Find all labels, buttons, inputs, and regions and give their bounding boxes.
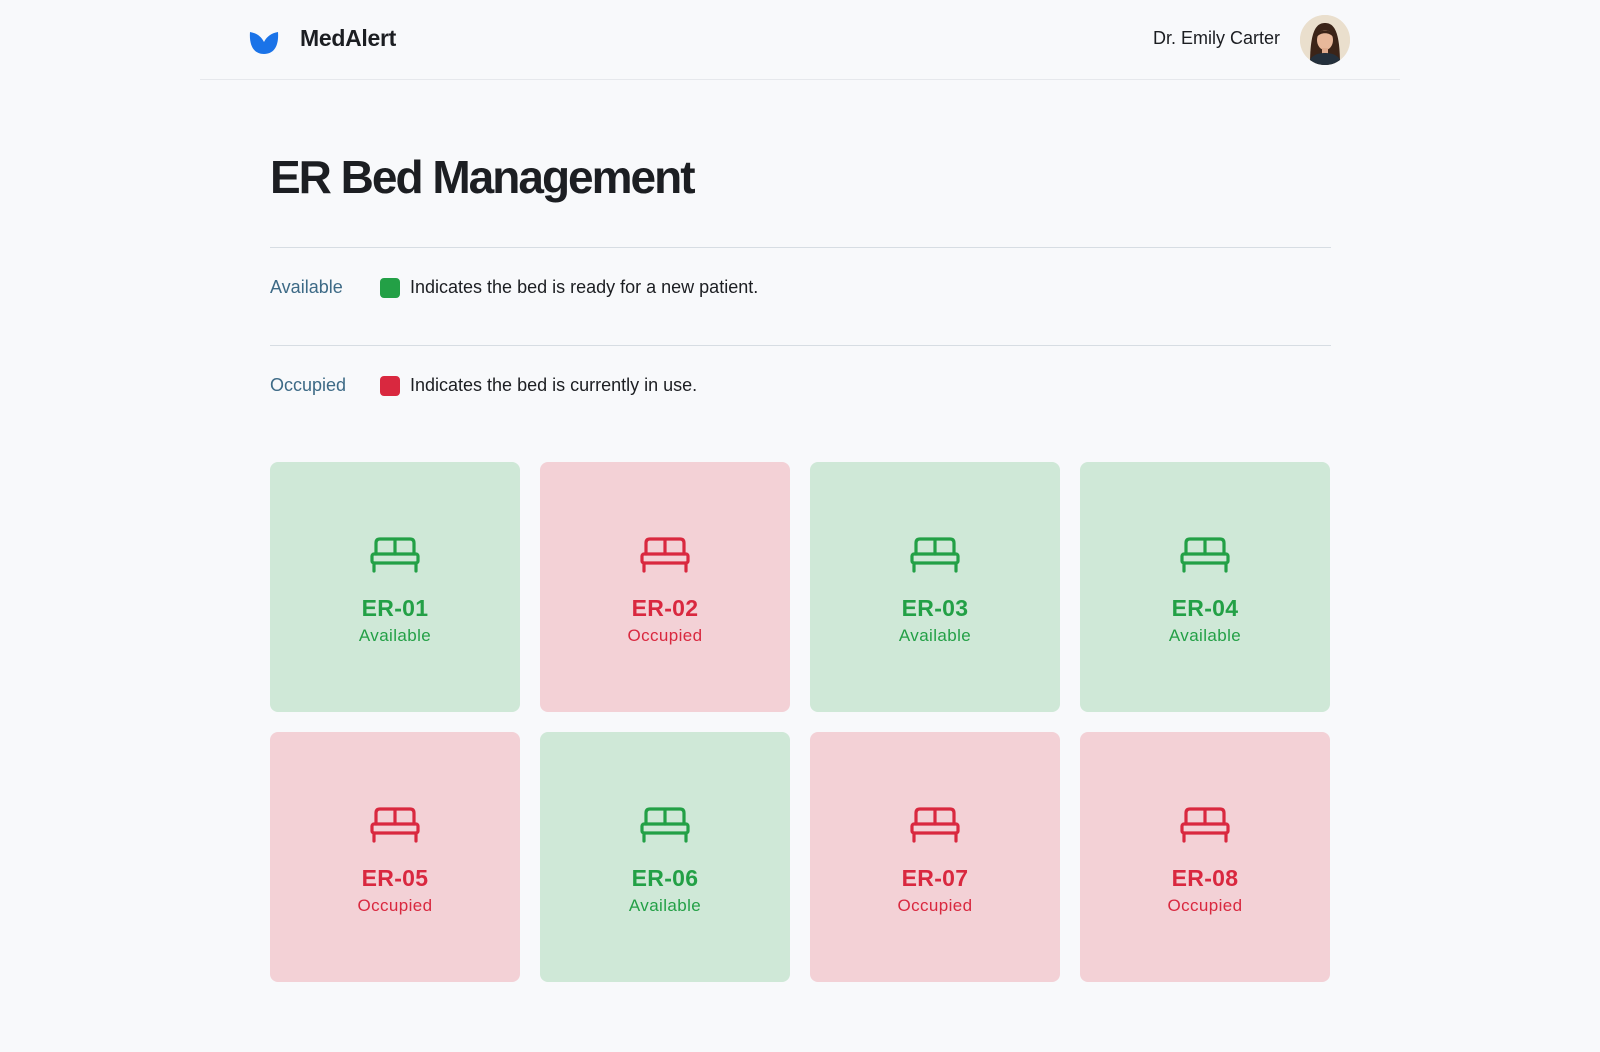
bed-icon <box>910 807 960 843</box>
bed-icon <box>1180 807 1230 843</box>
bed-id: ER-07 <box>901 865 969 891</box>
bed-grid: ER-01 Available ER-02 Occupied ER-03 Ava… <box>270 462 1331 982</box>
bed-status: Occupied <box>357 896 433 915</box>
bed-status: Occupied <box>1167 896 1243 915</box>
bed-card-er-02[interactable]: ER-02 Occupied <box>540 462 790 712</box>
bed-id: ER-02 <box>631 595 699 621</box>
bed-icon <box>370 537 420 573</box>
top-header: MedAlert Dr. Emily Carter <box>200 0 1400 80</box>
bed-status: Available <box>1168 626 1242 645</box>
legend-swatch-occupied <box>380 376 400 396</box>
legend-row-occupied: Occupied Indicates the bed is currently … <box>270 345 1331 443</box>
legend-swatch-available <box>380 278 400 298</box>
leaf-logo-icon[interactable] <box>248 26 280 56</box>
bed-card-er-03[interactable]: ER-03 Available <box>810 462 1060 712</box>
bed-status: Occupied <box>627 626 703 645</box>
bed-id: ER-01 <box>361 595 429 621</box>
bed-id: ER-04 <box>1171 595 1239 621</box>
avatar-portrait-icon <box>1300 15 1350 65</box>
user-name: Dr. Emily Carter <box>1152 28 1280 48</box>
bed-icon <box>370 807 420 843</box>
status-legend: Available Indicates the bed is ready for… <box>270 247 1331 443</box>
legend-description-occupied: Indicates the bed is currently in use. <box>410 375 698 395</box>
bed-status: Available <box>358 626 432 645</box>
bed-icon <box>1180 537 1230 573</box>
bed-card-er-05[interactable]: ER-05 Occupied <box>270 732 520 982</box>
bed-card-er-08[interactable]: ER-08 Occupied <box>1080 732 1330 982</box>
bed-card-er-04[interactable]: ER-04 Available <box>1080 462 1330 712</box>
user-avatar[interactable] <box>1300 15 1350 65</box>
bed-icon <box>910 537 960 573</box>
legend-row-available: Available Indicates the bed is ready for… <box>270 247 1331 345</box>
page-title: ER Bed Management <box>270 151 696 203</box>
bed-status: Occupied <box>897 896 973 915</box>
bed-card-er-07[interactable]: ER-07 Occupied <box>810 732 1060 982</box>
bed-card-er-01[interactable]: ER-01 Available <box>270 462 520 712</box>
bed-id: ER-03 <box>901 595 969 621</box>
legend-description-available: Indicates the bed is ready for a new pat… <box>410 277 759 297</box>
bed-id: ER-06 <box>631 865 699 891</box>
app-name[interactable]: MedAlert <box>300 25 396 52</box>
bed-status: Available <box>628 896 702 915</box>
bed-icon <box>640 807 690 843</box>
bed-status: Available <box>898 626 972 645</box>
bed-id: ER-05 <box>361 865 429 891</box>
legend-term-occupied: Occupied <box>270 375 347 395</box>
bed-icon <box>640 537 690 573</box>
bed-id: ER-08 <box>1171 865 1239 891</box>
legend-term-available: Available <box>270 277 343 297</box>
bed-card-er-06[interactable]: ER-06 Available <box>540 732 790 982</box>
